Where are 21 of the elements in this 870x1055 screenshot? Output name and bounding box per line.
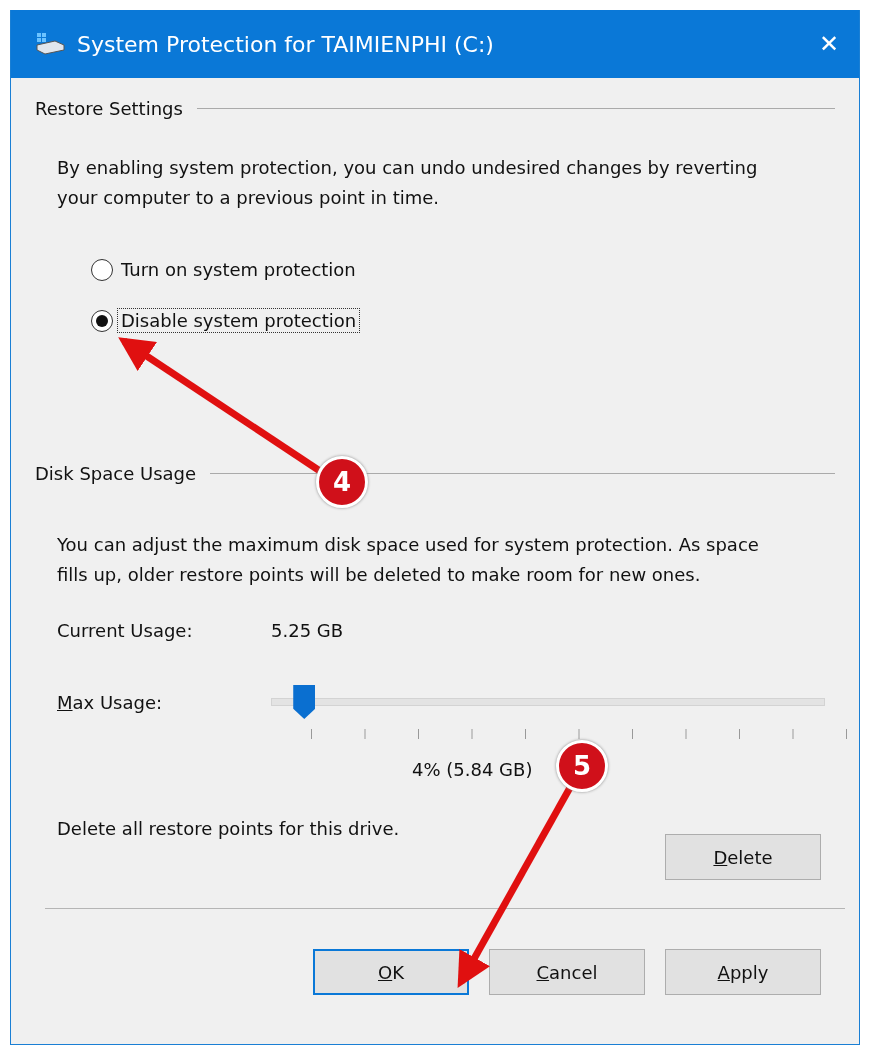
delete-description: Delete all restore points for this drive. [57,817,400,841]
window-title: System Protection for TAIMIENPHI (C:) [77,31,495,57]
drive-icon [35,33,65,55]
section-heading: Disk Space Usage [35,462,197,486]
slider-thumb[interactable] [293,685,316,719]
field-label: Max Usage: [57,691,164,713]
dialog-button[interactable]: Cancel [489,949,645,995]
field-value: 5.25 GB [271,619,344,643]
radio-option[interactable]: Turn on system protection [91,257,360,282]
dialog-button[interactable]: Apply [665,949,821,995]
max-usage-slider[interactable] [271,685,825,719]
close-button[interactable]: ✕ [812,24,845,64]
section-description: You can adjust the maximum disk space used for system protection. As space fills up, older restore points will be deleted to make room for new ones. [57,533,760,587]
delete-button[interactable]: Delete [665,834,821,880]
step-badge: 4 [316,456,368,508]
step-badge: 5 [556,740,608,792]
slider-reading: 4% (5.84 GB) [412,759,533,780]
section-description: By enabling system protection, you can undo undesired changes by reverting your computer to a previous point in time. [57,156,759,210]
section-heading: Restore Settings [35,97,183,121]
dialog-button[interactable]: OK [313,949,469,995]
field-label: Current Usage: [57,620,194,641]
